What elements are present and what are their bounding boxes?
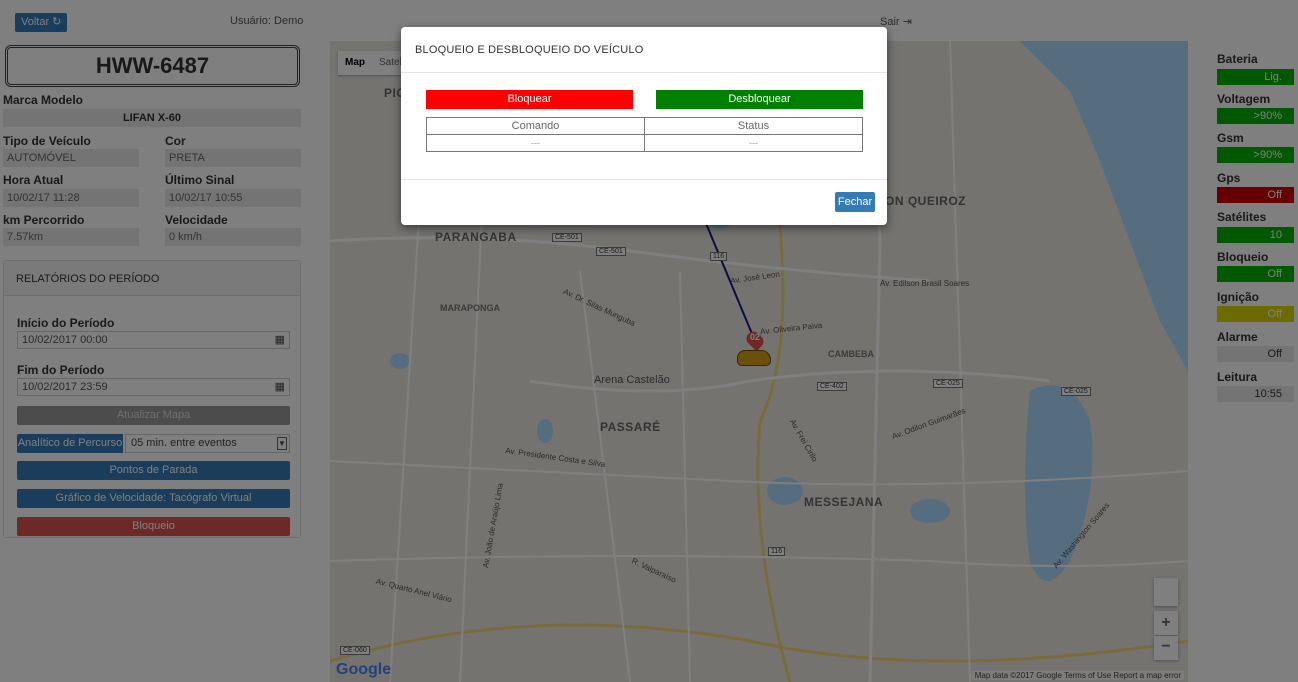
table-cell-status: --- [644, 134, 863, 152]
column-header-command: Comando [426, 117, 645, 135]
block-vehicle-button[interactable]: Bloquear [426, 90, 633, 109]
table-cell-command: --- [426, 134, 645, 152]
modal-divider-bottom [401, 179, 887, 180]
unblock-vehicle-button[interactable]: Desbloquear [656, 90, 863, 109]
modal-title: BLOQUEIO E DESBLOQUEIO DO VEÍCULO [415, 44, 644, 56]
command-status-table: Comando Status --- --- [426, 117, 863, 152]
block-unblock-modal: BLOQUEIO E DESBLOQUEIO DO VEÍCULO Bloque… [401, 27, 887, 225]
column-header-status: Status [644, 117, 863, 135]
close-modal-button[interactable]: Fechar [835, 192, 875, 212]
modal-divider-top [401, 72, 887, 73]
